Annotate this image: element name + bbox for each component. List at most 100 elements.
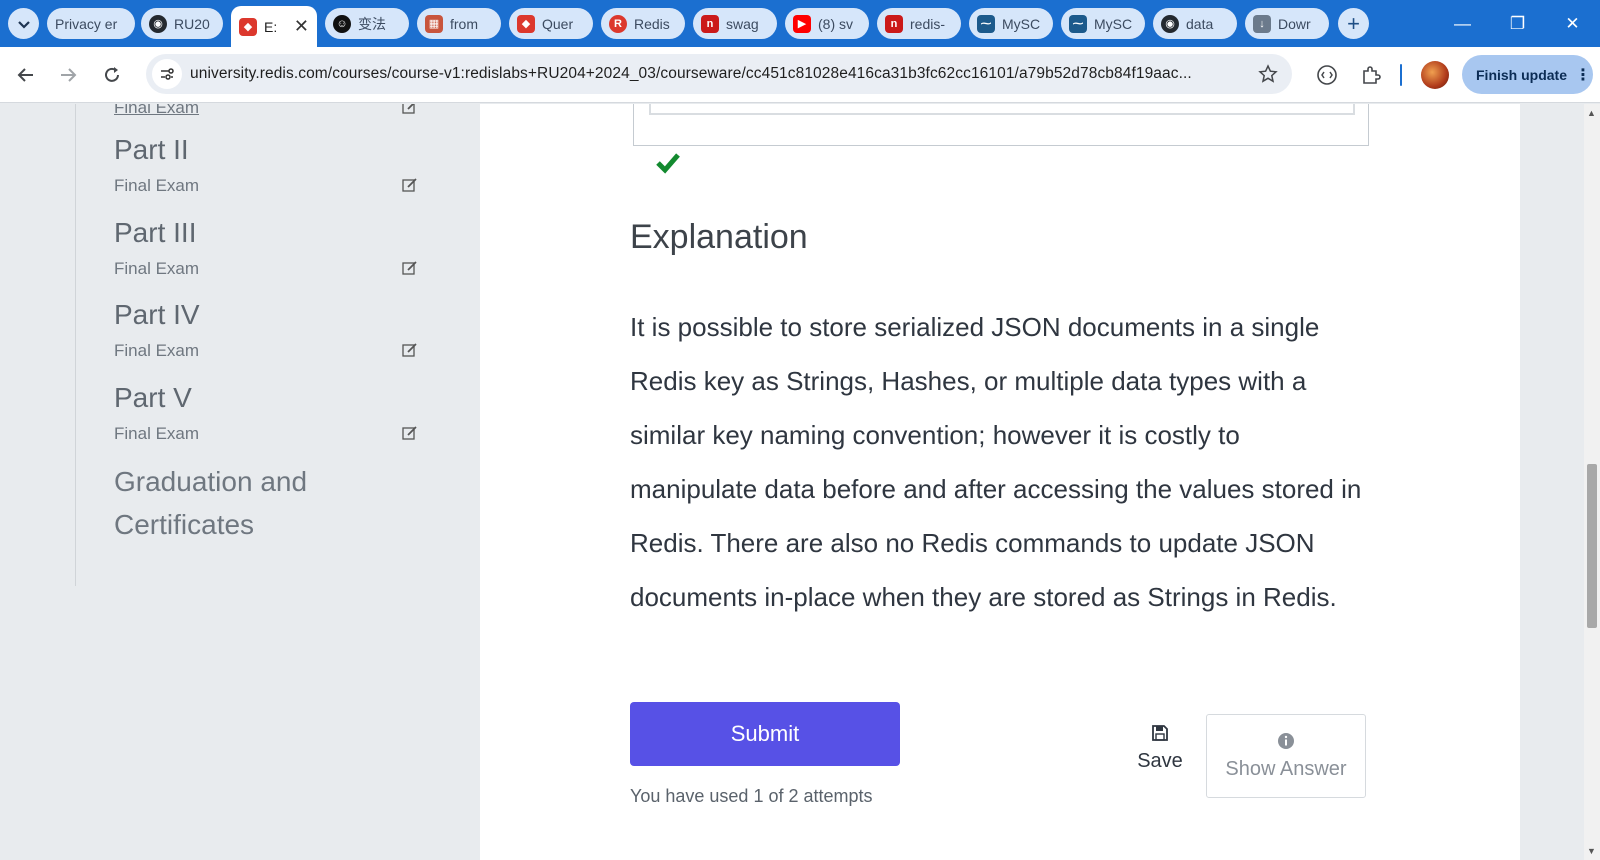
address-bar[interactable]: university.redis.com/courses/course-v1:r… — [146, 54, 1292, 94]
mysql-icon: ⁓ — [977, 14, 995, 33]
info-icon — [1278, 732, 1294, 749]
redis-cube-icon: ◆ — [239, 17, 257, 36]
tab-label: swag — [726, 15, 759, 32]
scroll-thumb[interactable] — [1587, 464, 1597, 628]
sidebar-part-title: Part V — [114, 382, 192, 413]
edit-icon — [402, 343, 417, 357]
tune-icon — [161, 68, 174, 80]
tab-search-button[interactable] — [8, 8, 39, 39]
finish-update-button[interactable]: Finish update ⋮ — [1462, 55, 1593, 94]
correct-check-icon — [656, 153, 680, 174]
tab-downloads[interactable]: ↓ Dowr — [1245, 8, 1329, 39]
redis-logo-icon: R — [609, 14, 627, 33]
tab-label: data — [1186, 15, 1214, 32]
show-answer-button[interactable]: Show Answer — [1206, 714, 1366, 798]
submit-button[interactable]: Submit — [630, 702, 900, 766]
github-icon: ◉ — [149, 14, 167, 33]
answer-input-box — [633, 104, 1369, 146]
scroll-up-icon[interactable]: ▲ — [1587, 108, 1596, 118]
edit-icon — [402, 178, 417, 192]
page-scrollbar[interactable]: ▲ ▼ — [1584, 104, 1600, 860]
sidebar-part-subtitle: Final Exam — [114, 259, 200, 278]
save-label: Save — [1137, 750, 1183, 772]
chat-bot-icon: ☺ — [333, 14, 351, 33]
close-tab-icon[interactable]: ✕ — [294, 16, 309, 37]
sidebar-part-title: Part II — [114, 134, 189, 165]
tab-label: RU20 — [174, 15, 210, 32]
tab-label: 变法 — [358, 15, 386, 32]
profile-avatar[interactable] — [1421, 61, 1449, 89]
save-button[interactable]: Save — [1132, 724, 1188, 784]
restore-button[interactable]: ❐ — [1490, 0, 1545, 47]
back-arrow-icon — [17, 68, 33, 82]
tab-redis[interactable]: R Redis — [601, 8, 685, 39]
tab-chat[interactable]: ☺ 变法 — [325, 8, 409, 39]
download-icon: ↓ — [1253, 14, 1271, 33]
tab-youtube[interactable]: ▶ (8) sv — [785, 8, 869, 39]
bookmark-button[interactable] — [1254, 60, 1282, 88]
tab-query[interactable]: ◆ Quer — [509, 8, 593, 39]
minimize-icon: — — [1454, 13, 1471, 33]
scroll-down-icon[interactable]: ▼ — [1587, 846, 1596, 856]
edit-icon — [402, 261, 417, 275]
sidebar-part-subtitle: Final Exam — [114, 424, 200, 443]
course-sidebar: Final Exam Part II Final Exam Part III F… — [75, 104, 480, 586]
edit-icon — [402, 104, 415, 114]
tab-label: Dowr — [1278, 15, 1311, 32]
tab-label: MySC — [1002, 15, 1041, 32]
toolbar-separator — [1400, 64, 1402, 86]
grid-logo-icon: ▦ — [425, 14, 443, 33]
tab-redis-npm[interactable]: n redis- — [877, 8, 961, 39]
finish-update-label: Finish update — [1476, 66, 1567, 83]
tab-label: from — [450, 15, 478, 32]
youtube-icon: ▶ — [793, 14, 811, 33]
puzzle-icon — [1363, 66, 1381, 84]
tab-active-exam[interactable]: ◆ E: ✕ — [231, 6, 317, 47]
reload-icon — [105, 67, 119, 82]
tab-github-ru20[interactable]: ◉ RU20 — [141, 8, 223, 39]
close-icon: ✕ — [1565, 13, 1580, 33]
media-icon — [1317, 65, 1337, 85]
tab-github-data[interactable]: ◉ data — [1153, 8, 1237, 39]
browser-toolbar: university.redis.com/courses/course-v1:r… — [0, 47, 1600, 103]
main-content: Explanation It is possible to store seri… — [480, 104, 1520, 860]
sidebar-part-subtitle: Final Exam — [114, 176, 200, 195]
close-window-button[interactable]: ✕ — [1545, 0, 1600, 47]
edit-icon — [402, 426, 417, 440]
answer-input-field[interactable] — [649, 104, 1355, 115]
sidebar-item-final-exam-cut[interactable]: Final Exam — [114, 104, 199, 118]
tab-mysql-1[interactable]: ⁓ MySC — [969, 8, 1053, 39]
plus-icon: + — [1347, 10, 1360, 36]
sidebar-part-subtitle: Final Exam — [114, 341, 200, 360]
extensions-button[interactable] — [1355, 59, 1387, 91]
tab-swagger[interactable]: n swag — [693, 8, 777, 39]
n-logo-icon: n — [701, 14, 719, 33]
sidebar-item-graduation[interactable]: Graduation and Certificates — [114, 460, 374, 546]
github-icon: ◉ — [1161, 14, 1179, 33]
minimize-button[interactable]: — — [1435, 0, 1490, 47]
tab-label: MySC — [1094, 15, 1133, 32]
tab-strip: Privacy er ◉ RU20 ◆ E: ✕ ☺ 变法 ▦ from ◆ Q… — [0, 0, 1600, 47]
tab-label: E: — [264, 18, 278, 35]
back-button[interactable] — [8, 57, 44, 93]
tab-label: redis- — [910, 15, 946, 32]
attempts-text: You have used 1 of 2 attempts — [630, 786, 873, 806]
tab-label: Privacy er — [55, 15, 118, 32]
reading-mode-button[interactable] — [1311, 59, 1343, 91]
new-tab-button[interactable]: + — [1338, 8, 1369, 39]
page-viewport: Final Exam Part II Final Exam Part III F… — [0, 104, 1584, 860]
site-info-button[interactable] — [152, 59, 182, 89]
url-text[interactable]: university.redis.com/courses/course-v1:r… — [190, 65, 1242, 83]
explanation-title: Explanation — [630, 218, 808, 256]
tab-mysql-2[interactable]: ⁓ MySC — [1061, 8, 1145, 39]
reload-button[interactable] — [94, 57, 130, 93]
forward-arrow-icon — [61, 68, 77, 82]
chevron-down-icon — [17, 20, 30, 29]
tab-privacy[interactable]: Privacy er — [47, 8, 135, 39]
more-vert-icon: ⋮ — [1575, 66, 1591, 84]
n-logo-icon: n — [885, 14, 903, 33]
tab-from[interactable]: ▦ from — [417, 8, 501, 39]
show-answer-label: Show Answer — [1225, 757, 1347, 780]
sidebar-part-title: Part III — [114, 217, 197, 248]
forward-button[interactable] — [50, 57, 86, 93]
